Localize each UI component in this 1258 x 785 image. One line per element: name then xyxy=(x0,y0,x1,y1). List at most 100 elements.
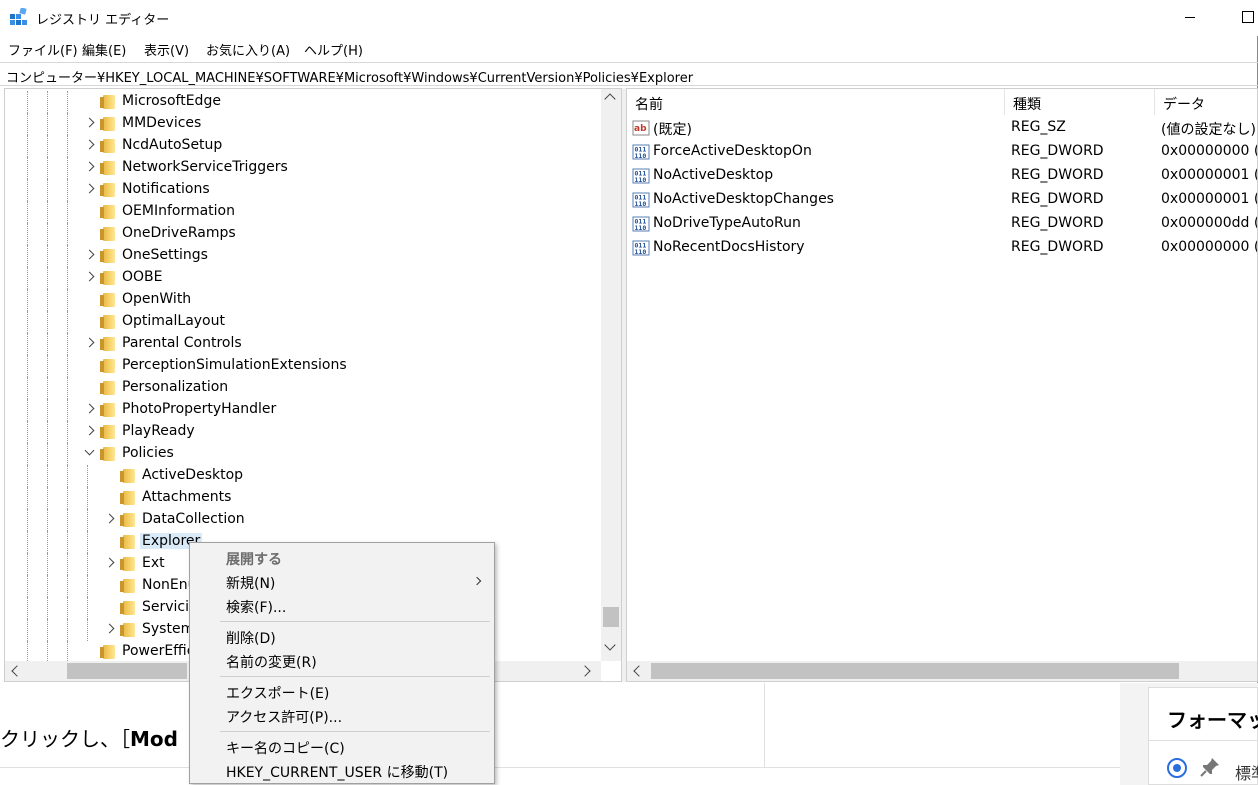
context-menu-item[interactable]: 削除(D) xyxy=(190,625,494,649)
tree-item[interactable]: OneSettings xyxy=(5,245,601,267)
tree-item[interactable]: OptimalLayout xyxy=(5,311,601,333)
value-row[interactable]: 011 110 NoActiveDesktop REG_DWORD 0x00000001… xyxy=(627,164,1257,188)
menu-separator xyxy=(220,731,490,732)
tree-item[interactable]: MicrosoftEdge xyxy=(5,91,601,113)
tree-item[interactable]: PhotoPropertyHandler xyxy=(5,399,601,421)
scroll-thumb[interactable] xyxy=(651,663,1179,679)
menu-edit[interactable]: 編集(E) xyxy=(82,40,126,59)
context-menu-item[interactable]: 名前の変更(R) xyxy=(190,649,494,673)
menu-view[interactable]: 表示(V) xyxy=(144,40,189,59)
chevron-down-icon[interactable] xyxy=(85,448,95,458)
tree-item[interactable]: MMDevices xyxy=(5,113,601,135)
title-bar[interactable]: レジストリ エディター xyxy=(0,0,1258,36)
chevron-right-icon[interactable] xyxy=(85,272,95,282)
menu-bar: ファイル(F) 編集(E) 表示(V) お気に入り(A) ヘルプ(H) xyxy=(0,37,1258,61)
chevron-right-icon[interactable] xyxy=(85,426,95,436)
values-pane[interactable]: 名前 種類 データ ab (既定) REG_SZ (値の設定なし) 011 110 Forc… xyxy=(626,88,1258,682)
column-header-name[interactable]: 名前 xyxy=(627,89,1005,115)
tree-item[interactable]: Parental Controls xyxy=(5,333,601,355)
scroll-up-icon[interactable] xyxy=(604,93,616,105)
tree-item[interactable]: DataCollection xyxy=(5,509,601,531)
tree-item[interactable]: OpenWith xyxy=(5,289,601,311)
address-bar[interactable]: コンピューター¥HKEY_LOCAL_MACHINE¥SOFTWARE¥Micr… xyxy=(0,62,1258,86)
tree-guide-line xyxy=(67,311,68,333)
format-option-label: 標準 xyxy=(1235,764,1258,783)
chevron-right-icon[interactable] xyxy=(85,404,95,414)
background-article-text: クリックし、［Mod xyxy=(0,727,178,751)
tree-item[interactable]: OOBE xyxy=(5,267,601,289)
binary-value-icon: 011110 xyxy=(632,168,650,184)
chevron-right-icon[interactable] xyxy=(105,514,115,524)
tree-item[interactable]: Policies xyxy=(5,443,601,465)
folder-icon xyxy=(100,117,115,131)
tree-item[interactable]: Notifications xyxy=(5,179,601,201)
tree-item[interactable]: PerceptionSimulationExtensions xyxy=(5,355,601,377)
scroll-right-icon[interactable] xyxy=(579,665,591,677)
value-row[interactable]: ab (既定) REG_SZ (値の設定なし) xyxy=(627,116,1257,140)
tree-guide-line xyxy=(47,311,48,333)
chevron-right-icon[interactable] xyxy=(85,184,95,194)
value-row[interactable]: 011 110 ForceActiveDesktopOn REG_DWORD 0x000… xyxy=(627,140,1257,164)
context-menu-item[interactable]: アクセス許可(P)... xyxy=(190,704,494,728)
column-header-data[interactable]: データ xyxy=(1155,89,1257,115)
menu-help[interactable]: ヘルプ(H) xyxy=(304,40,363,59)
tree-guide-line xyxy=(67,267,68,289)
context-menu-item[interactable]: 新規(N) xyxy=(190,570,494,594)
tree-guide-line xyxy=(27,355,28,377)
folder-icon xyxy=(120,579,135,593)
scroll-thumb[interactable] xyxy=(67,663,187,679)
tree-item[interactable]: OneDriveRamps xyxy=(5,223,601,245)
minimize-button[interactable] xyxy=(1180,6,1200,26)
menu-file[interactable]: ファイル(F) xyxy=(8,40,78,59)
tree-guide-line xyxy=(67,399,68,421)
tree-guide-line xyxy=(47,355,48,377)
context-menu-item-label: 検索(F)... xyxy=(226,600,287,616)
values-horizontal-scrollbar[interactable] xyxy=(627,661,1257,681)
background-bold-text: Mod xyxy=(130,727,178,751)
context-menu-item[interactable]: HKEY_CURRENT_USER に移動(T) xyxy=(190,759,494,783)
tree-guide-line xyxy=(67,597,68,619)
column-header-type[interactable]: 種類 xyxy=(1005,89,1155,115)
chevron-right-icon[interactable] xyxy=(85,118,95,128)
tree-guide-line xyxy=(67,553,68,575)
value-row[interactable]: 011 110 NoActiveDesktopChanges REG_DWORD 0x0… xyxy=(627,188,1257,212)
context-menu-item-label: HKEY_CURRENT_USER に移動(T) xyxy=(226,765,449,781)
scroll-thumb[interactable] xyxy=(603,607,619,627)
tree-guide-line xyxy=(67,157,68,179)
context-menu-item[interactable]: キー名のコピー(C) xyxy=(190,735,494,759)
tree-item[interactable]: Attachments xyxy=(5,487,601,509)
maximize-button[interactable] xyxy=(1238,6,1258,26)
pin-icon xyxy=(1200,758,1219,777)
folder-icon xyxy=(100,645,115,659)
tree-item[interactable]: PlayReady xyxy=(5,421,601,443)
folder-icon xyxy=(100,205,115,219)
context-menu-item[interactable]: エクスポート(E) xyxy=(190,680,494,704)
chevron-right-icon[interactable] xyxy=(85,162,95,172)
tree-guide-line xyxy=(27,575,28,597)
chevron-right-icon[interactable] xyxy=(105,624,115,634)
chevron-right-icon[interactable] xyxy=(105,558,115,568)
chevron-right-icon[interactable] xyxy=(85,250,95,260)
format-radio-button[interactable] xyxy=(1167,758,1187,778)
folder-icon xyxy=(100,139,115,153)
chevron-right-icon[interactable] xyxy=(85,338,95,348)
tree-guide-line xyxy=(47,421,48,443)
value-row[interactable]: 011 110 NoRecentDocsHistory REG_DWORD 0x0000… xyxy=(627,236,1257,260)
scroll-left-icon[interactable] xyxy=(11,665,23,677)
tree-vertical-scrollbar[interactable] xyxy=(601,89,621,661)
tree-item[interactable]: NetworkServiceTriggers xyxy=(5,157,601,179)
scroll-down-icon[interactable] xyxy=(604,639,616,651)
tree-item[interactable]: ActiveDesktop xyxy=(5,465,601,487)
tree-guide-line xyxy=(27,223,28,245)
tree-item[interactable]: NcdAutoSetup xyxy=(5,135,601,157)
tree-item[interactable]: Personalization xyxy=(5,377,601,399)
value-row[interactable]: 011 110 NoDriveTypeAutoRun REG_DWORD 0x00000… xyxy=(627,212,1257,236)
context-menu-item[interactable]: 検索(F)... xyxy=(190,594,494,618)
tree-guide-line xyxy=(47,267,48,289)
menu-favorites[interactable]: お気に入り(A) xyxy=(206,40,290,59)
tree-item-label: Policies xyxy=(122,445,174,461)
chevron-right-icon[interactable] xyxy=(85,140,95,150)
tree-item[interactable]: OEMInformation xyxy=(5,201,601,223)
tree-item-label: System xyxy=(142,621,195,637)
scroll-left-icon[interactable] xyxy=(633,665,645,677)
